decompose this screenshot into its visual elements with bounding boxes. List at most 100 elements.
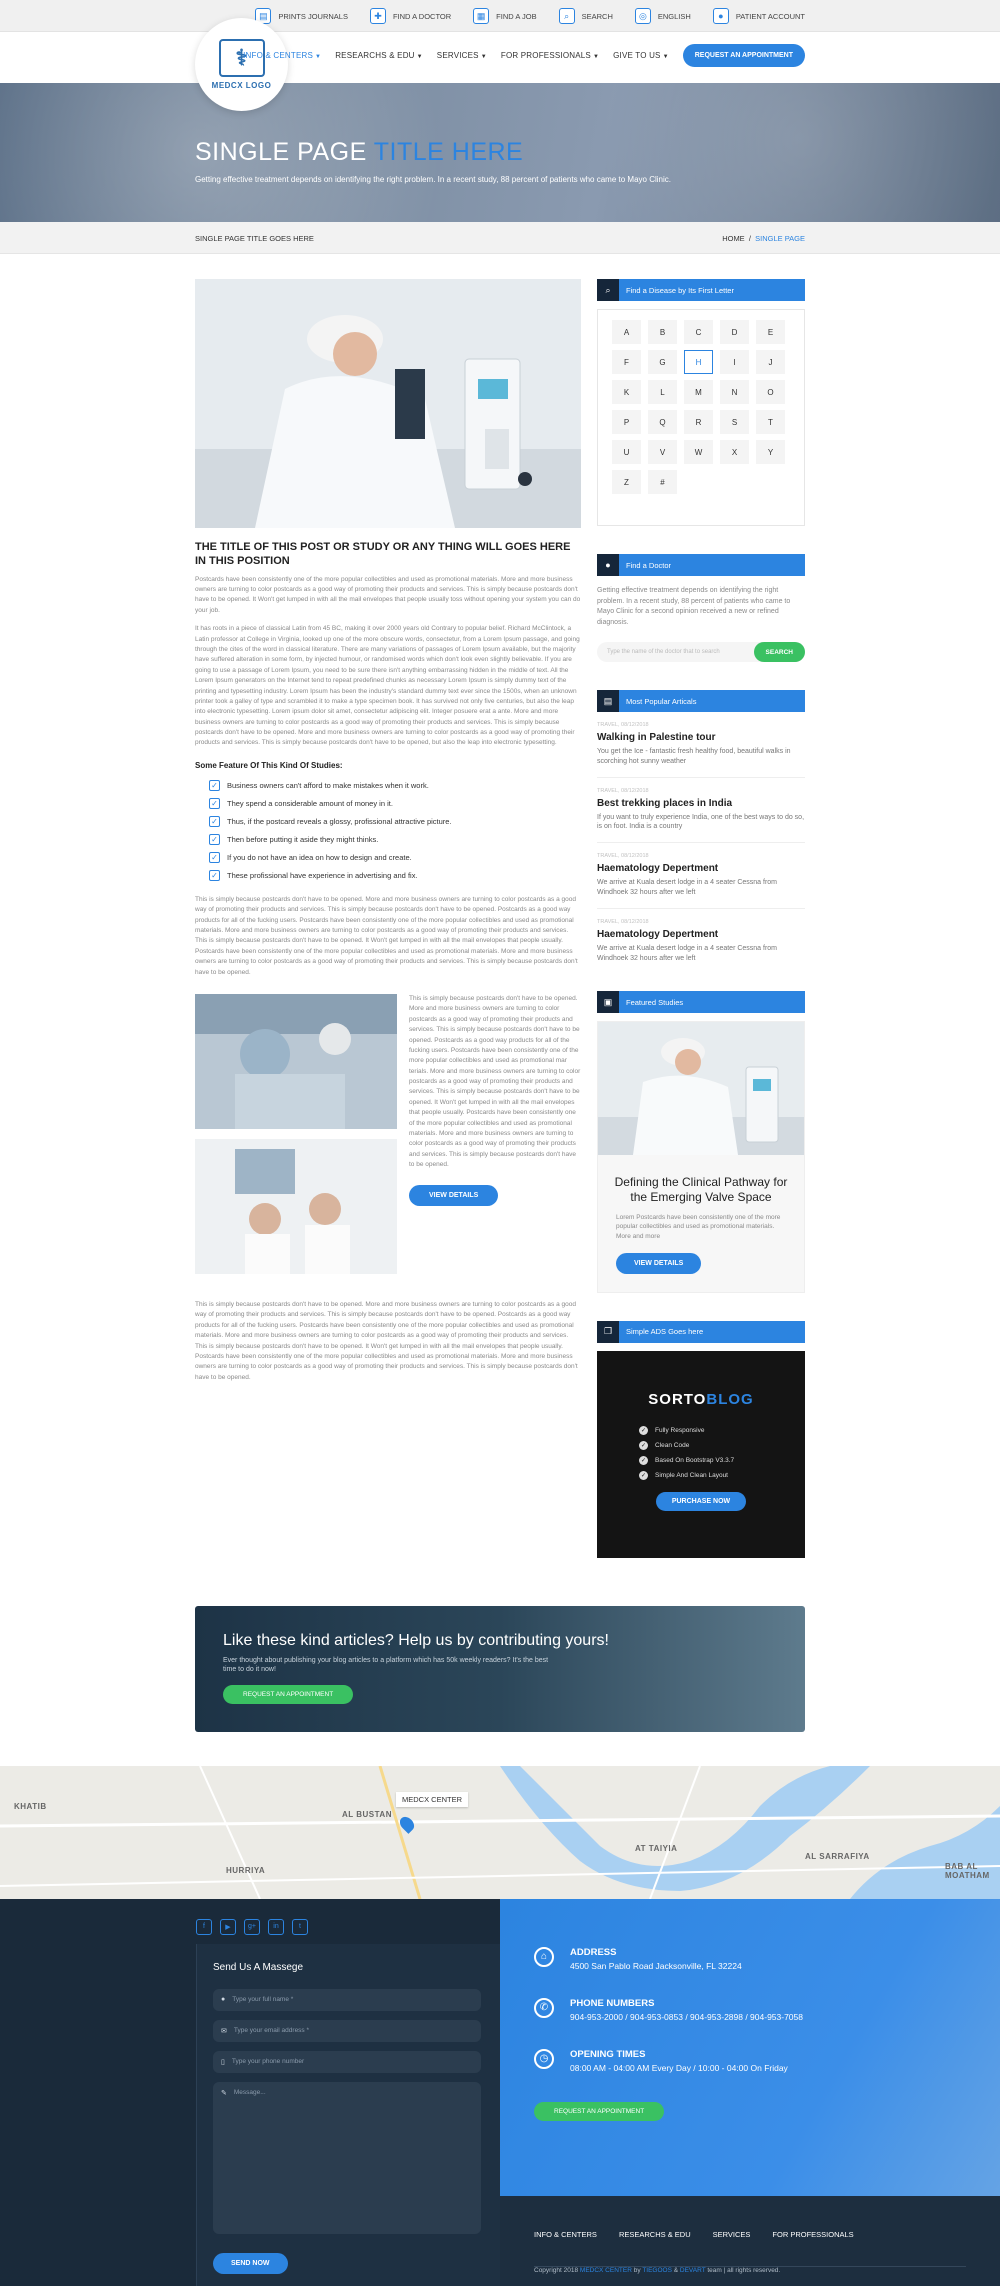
home-icon: ⌂ [534,1946,554,1967]
topbar-journals-link[interactable]: ▤ PRINTS JOURNALS [255,8,348,24]
user-icon: ● [712,8,729,24]
footer-link-research[interactable]: RESEARCHS & EDU [619,2224,691,2242]
request-appointment-button[interactable]: REQUEST AN APPOINTMENT [682,44,805,67]
sidebar: ⌕ Find a Disease by Its First Letter ABCD… [597,279,805,1586]
map-location-label: MEDCX CENTER [396,1791,469,1807]
doctor-search-input[interactable]: Type the name of the doctor that to sear… [607,649,754,655]
nav-for-professionals[interactable]: FOR PROFESSIONALS ▼ [501,51,599,60]
article-item[interactable]: TRAVEL, 08/12/2018 Best trekking places … [597,788,805,844]
letter-button[interactable]: B [648,320,677,344]
letter-button[interactable]: D [720,320,749,344]
topbar-job-link[interactable]: ▦ FIND A JOB [473,8,537,24]
breadcrumb-page-title: SINGLE PAGE TITLE GOES HERE [195,233,314,243]
post-content: THE TITLE OF THIS POST OR STUDY OR ANY T… [195,279,581,1586]
view-details-button[interactable]: VIEW DETAILS [409,1184,499,1206]
nav-researchs-edu[interactable]: RESEARCHS & EDU ▼ [335,51,423,60]
chevron-down-icon: ▼ [662,54,669,60]
letter-button[interactable]: A [612,320,641,344]
featured-view-details-button[interactable]: VIEW DETAILS [616,1252,702,1274]
twitter-icon[interactable]: t [292,1918,308,1935]
featured-studies-widget: ▣ Featured Studies Defining the Clinical … [597,991,805,1293]
globe-icon: ◎ [634,8,651,24]
linkedin-icon[interactable]: in [268,1918,284,1935]
check-icon: ✓ [209,815,220,827]
letter-button[interactable]: Z [612,470,641,494]
social-links: f ▶ g+ in t [196,1918,308,1935]
disease-widget: ⌕ Find a Disease by Its First Letter ABCD… [597,279,805,526]
footer: f ▶ g+ in t Send Us A Massege ● Type your… [0,1898,1000,2286]
letter-button[interactable]: Y [756,440,785,464]
check-icon: ✓ [209,779,220,791]
letter-button[interactable]: O [756,380,785,404]
letter-button[interactable]: G [648,350,677,374]
search-icon: ⌕ [558,8,575,24]
topbar-language-link[interactable]: ◎ ENGLISH [634,8,691,24]
cta-request-button[interactable]: REQUEST AN APPOINTMENT [223,1685,354,1705]
letter-button[interactable]: R [684,410,713,434]
letter-button[interactable]: W [684,440,713,464]
nav-info-centers[interactable]: INFO & CENTERS ▼ [243,51,321,60]
letter-button[interactable]: C [684,320,713,344]
message-field[interactable]: ✎ Message... [213,2081,481,2234]
location-map[interactable]: KHATIB AL BUSTAN HURRIYA AT TAIYIA AL SA… [0,1765,1000,1899]
article-item[interactable]: TRAVEL, 08/12/2018 Haematology Depertmen… [597,853,805,909]
article-item[interactable]: TRAVEL, 08/12/2018 Haematology Depertmen… [597,919,805,964]
letter-button[interactable]: I [720,350,749,374]
facebook-icon[interactable]: f [196,1918,212,1935]
footer-link-services[interactable]: SERVICES [713,2224,751,2242]
letter-button[interactable]: K [612,380,641,404]
topbar-doctor-link[interactable]: ✚ FIND A DOCTOR [369,8,451,24]
letter-button[interactable]: E [756,320,785,344]
topbar-search-link[interactable]: ⌕ SEARCH [558,8,613,24]
letter-button[interactable]: T [756,410,785,434]
name-field[interactable]: ● Type your full name * [213,1988,481,2011]
check-icon: ✓ [639,1455,648,1465]
footer-link-info[interactable]: INFO & CENTERS [534,2224,597,2242]
phone-field[interactable]: ▯ Type your phone number [213,2050,481,2073]
surgery-image [195,993,397,1129]
letter-button[interactable]: H [684,350,713,374]
letter-button[interactable]: L [648,380,677,404]
letter-button[interactable]: Q [648,410,677,434]
ad-brand: SORTOBLOG [648,1390,754,1408]
doctors-xray-image [195,1138,397,1274]
letter-button[interactable]: V [648,440,677,464]
check-icon: ✓ [209,833,220,845]
features-heading: Some Feature Of This Kind Of Studies: [195,760,343,770]
ad-banner[interactable]: SORTOBLOG ✓ Fully Responsive ✓ Clean Code … [597,1350,805,1558]
list-item: ✓ Fully Responsive [639,1425,705,1435]
post-paragraph-1: Postcards have been consistently one of … [195,575,581,614]
page-hero: SINGLE PAGE TITLE HERE Getting effective… [0,83,1000,222]
footer-request-button[interactable]: REQUEST AN APPOINTMENT [534,2101,665,2121]
breadcrumb-home[interactable]: HOME [722,234,745,243]
letter-button[interactable]: J [756,350,785,374]
letter-button[interactable]: X [720,440,749,464]
letter-button[interactable]: M [684,380,713,404]
doctor-search: Type the name of the doctor that to sear… [597,642,805,662]
check-icon: ✓ [209,851,220,863]
breadcrumb-current: SINGLE PAGE [755,233,805,243]
nav-services[interactable]: SERVICES ▼ [437,51,487,60]
google-plus-icon[interactable]: g+ [244,1918,260,1935]
footer-link-professionals[interactable]: FOR PROFESSIONALS [772,2224,853,2242]
letter-button[interactable]: F [612,350,641,374]
youtube-icon[interactable]: ▶ [220,1918,236,1935]
phone-icon: ▯ [221,2058,225,2066]
image-text-block: This is simply because postcards don't h… [195,993,581,1284]
email-field[interactable]: ✉ Type your email address * [213,2019,481,2042]
list-icon: ▤ [597,690,619,712]
topbar-account-link[interactable]: ● PATIENT ACCOUNT [712,8,805,24]
doctor-search-button[interactable]: SEARCH [753,642,805,662]
letter-button[interactable]: S [720,410,749,434]
letter-button[interactable]: P [612,410,641,434]
send-now-button[interactable]: SEND NOW [213,2252,288,2274]
purchase-now-button[interactable]: PURCHASE NOW [656,1491,746,1511]
article-item[interactable]: TRAVEL, 08/12/2018 Walking in Palestine … [597,722,805,778]
letter-button[interactable]: U [612,440,641,464]
contact-info: ⌂ ADDRESS 4500 San Pablo Road Jacksonville… [534,1946,803,2121]
hero-subtitle: Getting effective treatment depends on i… [195,175,671,184]
main-navbar: ⚕ MEDCX LOGO INFO & CENTERS ▼ RESEARCHS &… [0,18,1000,111]
letter-button[interactable]: # [648,470,677,494]
letter-button[interactable]: N [720,380,749,404]
nav-give-to-us[interactable]: GIVE TO US ▼ [613,51,669,60]
